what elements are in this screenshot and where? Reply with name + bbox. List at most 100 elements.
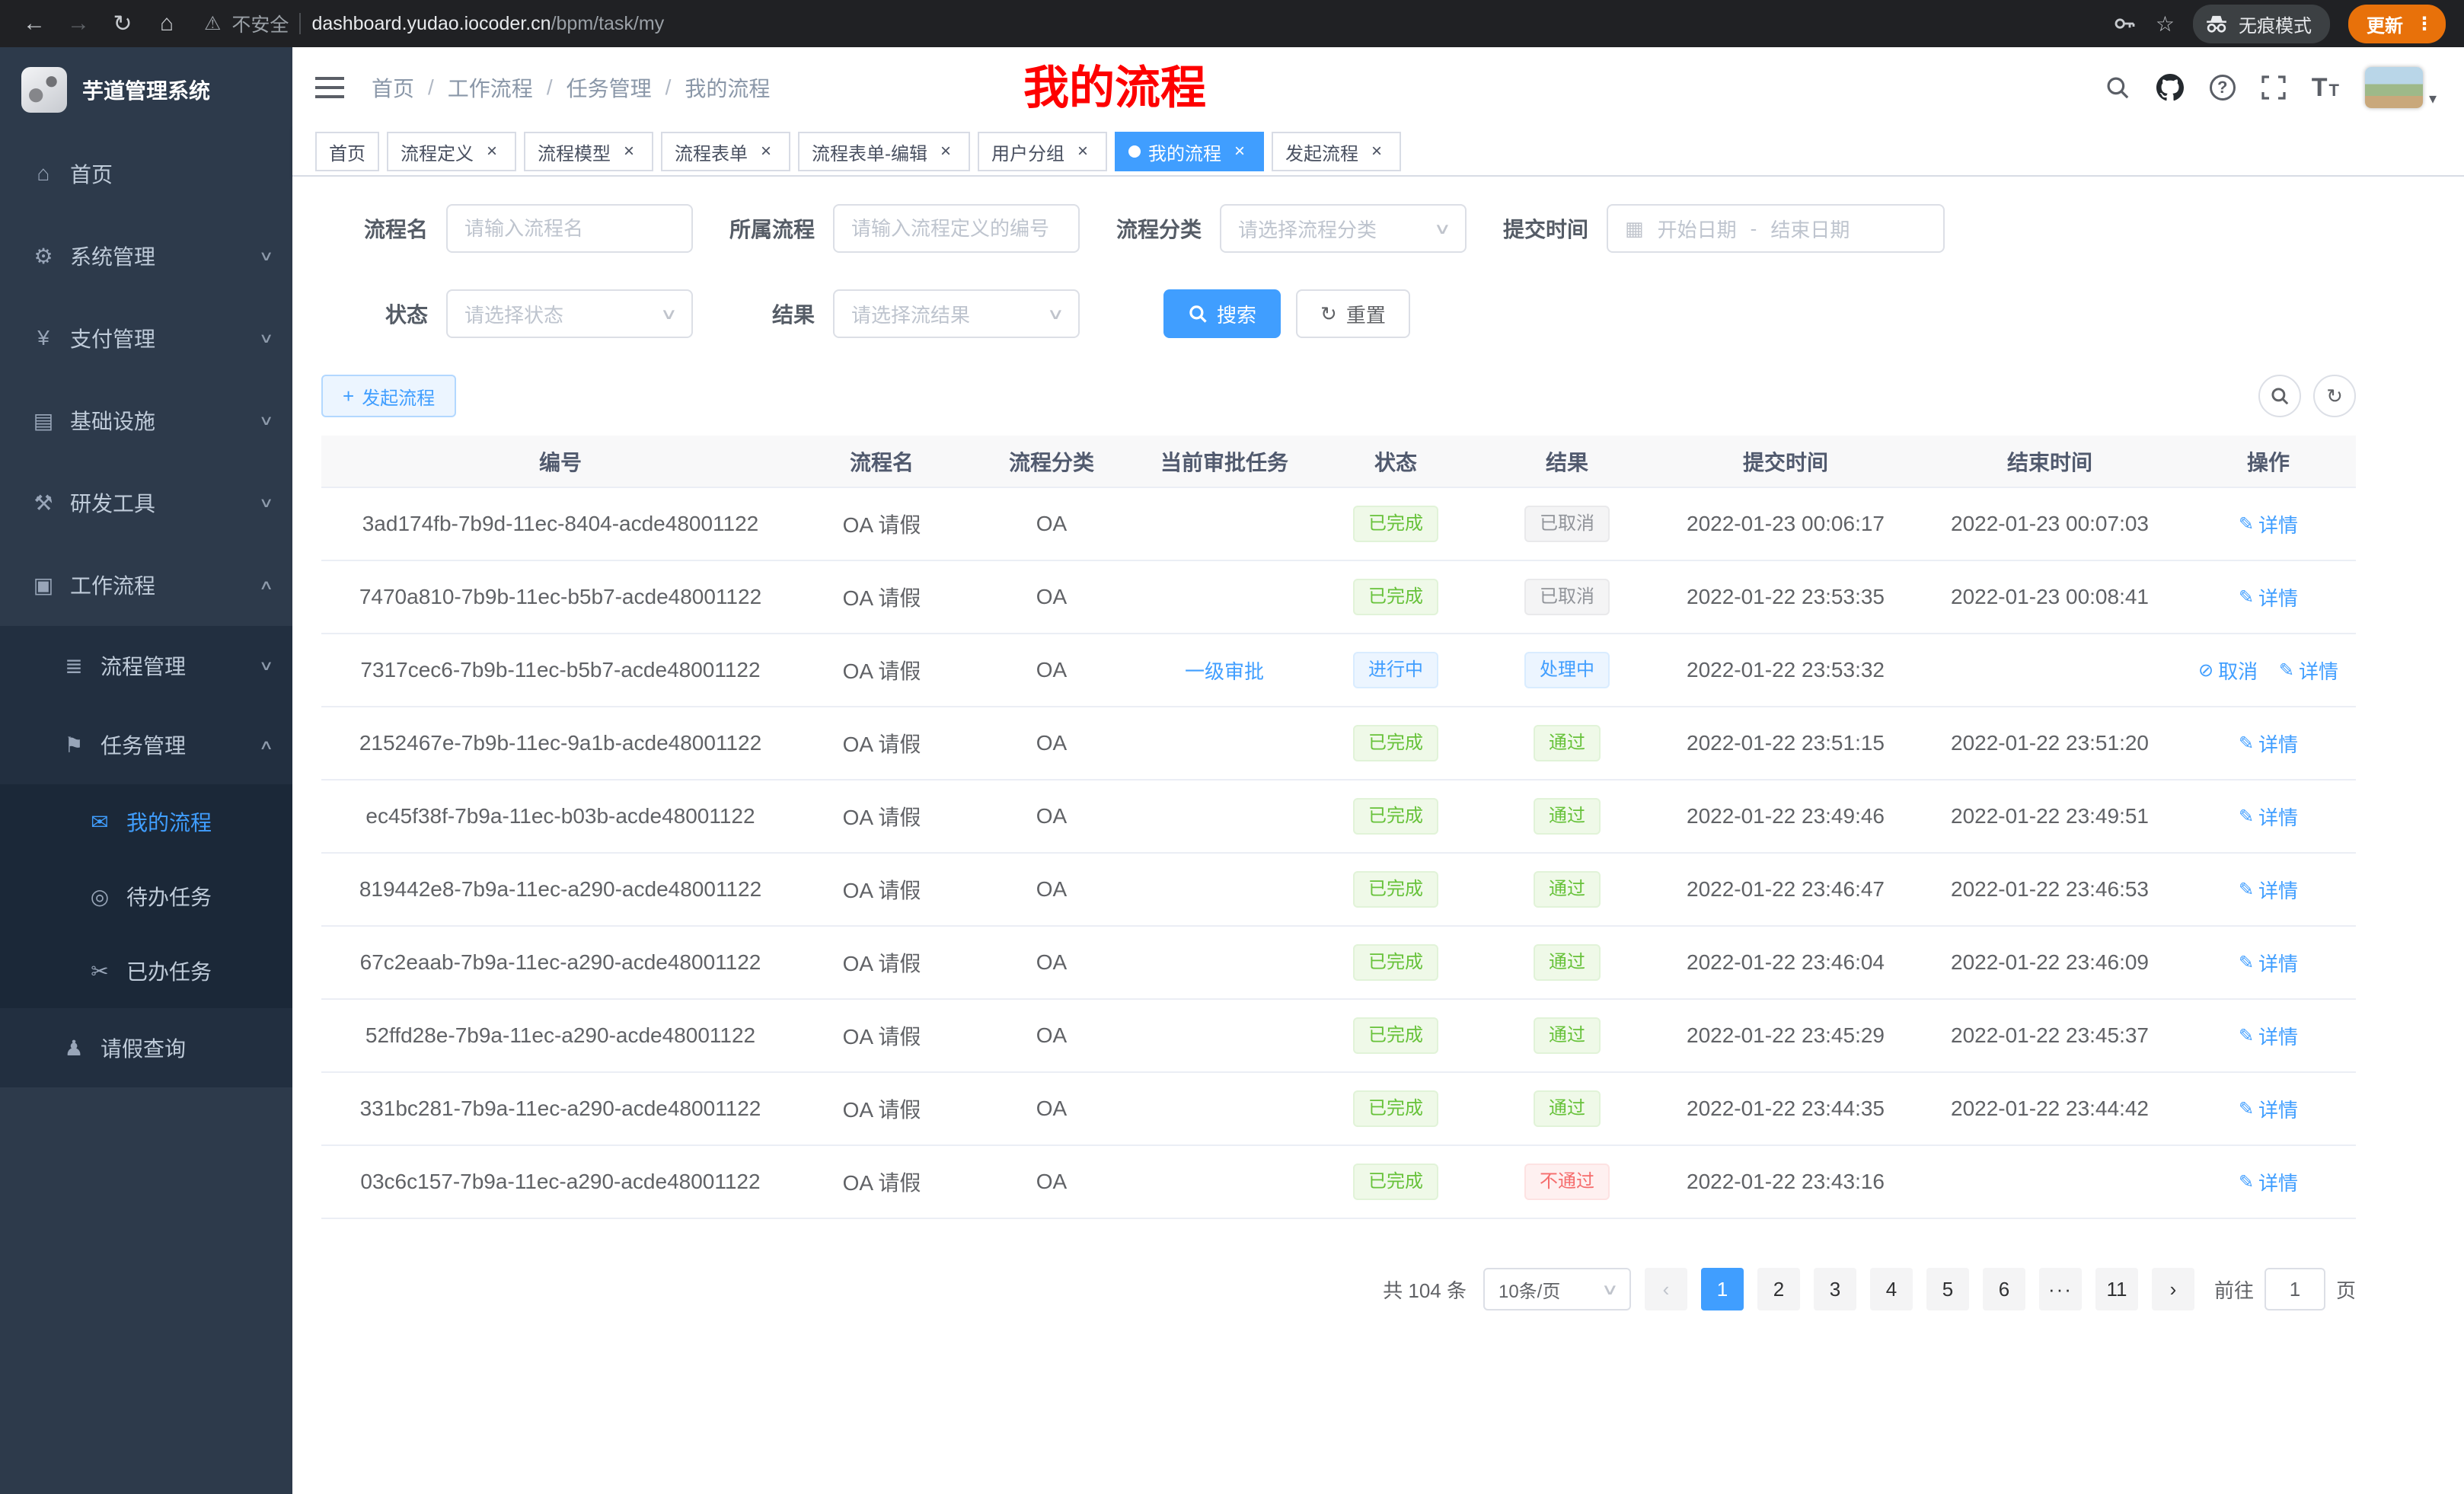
result-tag: 处理中 <box>1524 652 1610 688</box>
close-icon[interactable]: × <box>1072 141 1093 162</box>
sidebar-item[interactable]: ◎ 待办任务 <box>0 859 292 934</box>
forward-icon[interactable]: → <box>59 5 97 43</box>
sidebar-item[interactable]: ▣ 工作流程 ∧ <box>0 544 292 626</box>
sidebar-item[interactable]: ⌂ 首页 <box>0 132 292 215</box>
cell-end-time: 2022-01-22 23:45:37 <box>1919 999 2181 1072</box>
sidebar-item[interactable]: ✉ 我的流程 <box>0 784 292 859</box>
update-button[interactable]: 更新 ⋮ <box>2348 5 2446 43</box>
table-header-cell: 结果 <box>1482 436 1652 487</box>
key-icon[interactable] <box>2113 11 2137 36</box>
app: 芋道管理系统 ⌂ 首页 ⚙ 系统管理 ∨ <box>0 47 2464 1494</box>
category-select[interactable]: 请选择流程分类 ∨ <box>1220 204 1467 253</box>
detail-action[interactable]: ✎详情 <box>2239 876 2298 904</box>
github-icon[interactable] <box>2156 74 2184 101</box>
cell-submit-time: 2022-01-22 23:46:04 <box>1652 926 1919 999</box>
sidebar-item[interactable]: ♟ 请假查询 <box>0 1008 292 1087</box>
sidebar-item[interactable]: ≣ 流程管理 ∨ <box>0 626 292 705</box>
search-button[interactable]: 搜索 <box>1163 289 1281 338</box>
view-tab[interactable]: 我的流程 × <box>1115 132 1264 171</box>
hamburger-icon[interactable] <box>315 77 344 98</box>
view-tab[interactable]: 流程表单 × <box>661 132 790 171</box>
close-icon[interactable]: × <box>1366 141 1387 162</box>
security-label[interactable]: 不安全 <box>231 10 289 37</box>
date-range-picker[interactable]: ▦ 开始日期 - 结束日期 <box>1607 204 1945 253</box>
sidebar-item[interactable]: ▤ 基础设施 ∨ <box>0 379 292 461</box>
browser-menu-icon[interactable]: ⋮ <box>2415 13 2434 35</box>
cell-submit-time: 2022-01-22 23:45:29 <box>1652 999 1919 1072</box>
sidebar-item[interactable]: ¥ 支付管理 ∨ <box>0 297 292 379</box>
page-button[interactable]: 1 <box>1701 1268 1744 1310</box>
search-icon[interactable] <box>2105 75 2130 101</box>
cell-result: 通过 <box>1482 853 1652 926</box>
page-button[interactable]: 2 <box>1757 1268 1800 1310</box>
address-bar[interactable]: ⚠ 不安全 dashboard.yudao.iocoder.cn/bpm/tas… <box>192 10 2107 37</box>
breadcrumb-link[interactable]: 任务管理 <box>567 72 652 103</box>
table-toolbar: + 发起流程 ↻ <box>321 375 2356 417</box>
bookmark-star-icon[interactable]: ☆ <box>2156 11 2175 37</box>
result-select[interactable]: 请选择流结果 ∨ <box>833 289 1080 338</box>
current-task-link[interactable]: 一级审批 <box>1185 656 1264 685</box>
close-icon[interactable]: × <box>1229 141 1250 162</box>
help-icon[interactable]: ? <box>2210 75 2236 101</box>
breadcrumb-link[interactable]: 我的流程 <box>685 72 770 103</box>
status-tag: 已完成 <box>1353 725 1438 761</box>
reload-icon[interactable]: ↻ <box>104 5 142 43</box>
view-tab[interactable]: 流程定义 × <box>387 132 516 171</box>
process-def-input[interactable] <box>833 204 1080 253</box>
close-icon[interactable]: × <box>755 141 777 162</box>
page-size-select[interactable]: 10条/页 ∨ <box>1483 1268 1631 1310</box>
refresh-table-button[interactable]: ↻ <box>2313 375 2356 417</box>
goto-page-input[interactable] <box>2265 1268 2325 1310</box>
cell-submit-time: 2022-01-22 23:46:47 <box>1652 853 1919 926</box>
breadcrumb-link[interactable]: 首页 <box>372 72 414 103</box>
font-size-icon[interactable]: TT <box>2312 73 2339 103</box>
cancel-action[interactable]: ⊘取消 <box>2198 656 2258 685</box>
sidebar-item[interactable]: ⚑ 任务管理 ∧ <box>0 705 292 784</box>
prev-page-button[interactable]: ‹ <box>1645 1268 1687 1310</box>
page-button[interactable]: 6 <box>1983 1268 2025 1310</box>
view-tab[interactable]: 流程表单-编辑 × <box>798 132 970 171</box>
next-page-button[interactable]: › <box>2152 1268 2194 1310</box>
cell-category: OA <box>964 999 1139 1072</box>
warning-icon: ⚠ <box>204 12 221 35</box>
status-tag: 已完成 <box>1353 1090 1438 1127</box>
home-icon[interactable]: ⌂ <box>148 5 186 43</box>
view-tab[interactable]: 首页 <box>315 132 379 171</box>
reset-button[interactable]: ↻ 重置 <box>1296 289 1410 338</box>
detail-action[interactable]: ✎详情 <box>2239 803 2298 831</box>
process-name-input[interactable] <box>446 204 693 253</box>
create-process-button[interactable]: + 发起流程 <box>321 375 456 417</box>
cell-current-task: 一级审批 <box>1139 634 1310 707</box>
page-button[interactable]: 5 <box>1926 1268 1969 1310</box>
close-icon[interactable]: × <box>618 141 640 162</box>
back-icon[interactable]: ← <box>15 5 53 43</box>
close-icon[interactable]: × <box>481 141 503 162</box>
page-button[interactable]: 3 <box>1814 1268 1856 1310</box>
detail-action[interactable]: ✎详情 <box>2239 729 2298 758</box>
view-tab[interactable]: 流程模型 × <box>524 132 653 171</box>
page-button[interactable]: 4 <box>1870 1268 1913 1310</box>
detail-action[interactable]: ✎详情 <box>2239 1168 2298 1196</box>
sidebar-item[interactable]: ⚙ 系统管理 ∨ <box>0 215 292 297</box>
menu-item-icon: ¥ <box>30 326 56 350</box>
page-button[interactable]: 11 <box>2095 1268 2138 1310</box>
user-avatar[interactable]: ▾ <box>2365 67 2437 108</box>
detail-action[interactable]: ✎详情 <box>2239 949 2298 977</box>
status-select[interactable]: 请选择状态 ∨ <box>446 289 693 338</box>
fullscreen-icon[interactable] <box>2261 75 2286 100</box>
detail-action[interactable]: ✎详情 <box>2239 510 2298 538</box>
sidebar-item[interactable]: ✂ 已办任务 <box>0 934 292 1008</box>
detail-action[interactable]: ✎详情 <box>2279 656 2338 685</box>
detail-action[interactable]: ✎详情 <box>2239 583 2298 611</box>
toggle-search-button[interactable] <box>2258 375 2301 417</box>
breadcrumb-link[interactable]: 工作流程 <box>448 72 533 103</box>
sidebar-logo[interactable]: 芋道管理系统 <box>0 47 292 132</box>
view-tab[interactable]: 发起流程 × <box>1272 132 1401 171</box>
view-tab[interactable]: 用户分组 × <box>978 132 1107 171</box>
page-button[interactable]: ··· <box>2039 1268 2082 1310</box>
detail-action[interactable]: ✎详情 <box>2239 1095 2298 1123</box>
close-icon[interactable]: × <box>935 141 956 162</box>
url-text[interactable]: dashboard.yudao.iocoder.cn/bpm/task/my <box>311 13 664 35</box>
sidebar-item[interactable]: ⚒ 研发工具 ∨ <box>0 461 292 544</box>
detail-action[interactable]: ✎详情 <box>2239 1022 2298 1050</box>
